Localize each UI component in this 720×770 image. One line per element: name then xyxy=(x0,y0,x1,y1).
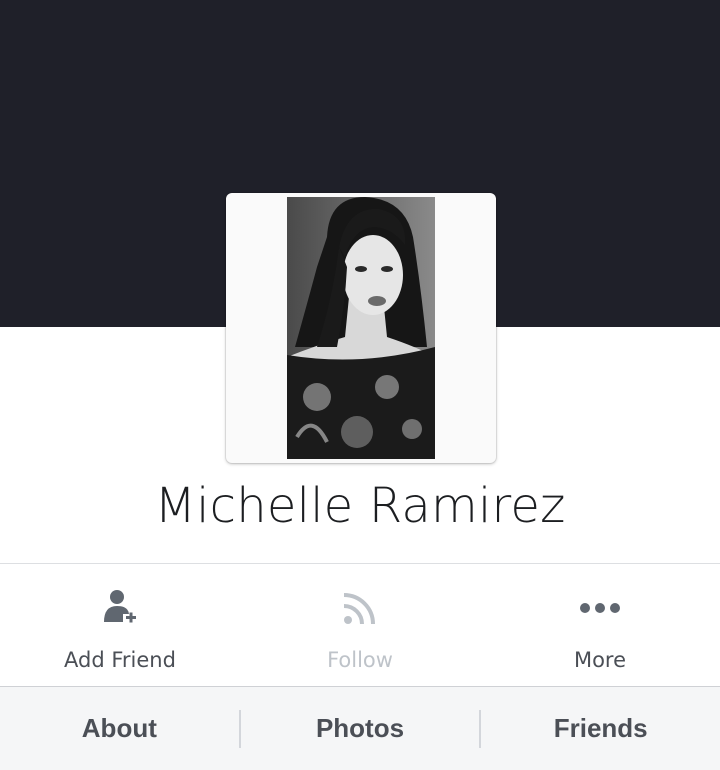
tab-about[interactable]: About xyxy=(0,687,239,770)
more-label: More xyxy=(573,648,627,672)
tab-friends[interactable]: Friends xyxy=(481,687,720,770)
rss-follow-icon xyxy=(338,588,382,628)
add-friend-button[interactable]: Add Friend xyxy=(0,564,240,686)
follow-label: Follow xyxy=(327,648,393,672)
profile-picture-image xyxy=(287,197,435,459)
profile-name: Michelle Ramirez xyxy=(154,478,566,534)
add-friend-label: Add Friend xyxy=(64,648,176,672)
profile-actions: Add Friend Follow More xyxy=(0,563,720,687)
follow-button[interactable]: Follow xyxy=(240,564,480,686)
profile-picture-frame[interactable] xyxy=(226,193,496,463)
more-button[interactable]: More xyxy=(480,564,720,686)
tab-photos[interactable]: Photos xyxy=(241,687,480,770)
profile-tabs: About Photos Friends xyxy=(0,687,720,770)
add-friend-icon xyxy=(98,588,142,628)
more-dots-icon xyxy=(578,588,622,628)
profile-picture[interactable] xyxy=(287,197,435,459)
